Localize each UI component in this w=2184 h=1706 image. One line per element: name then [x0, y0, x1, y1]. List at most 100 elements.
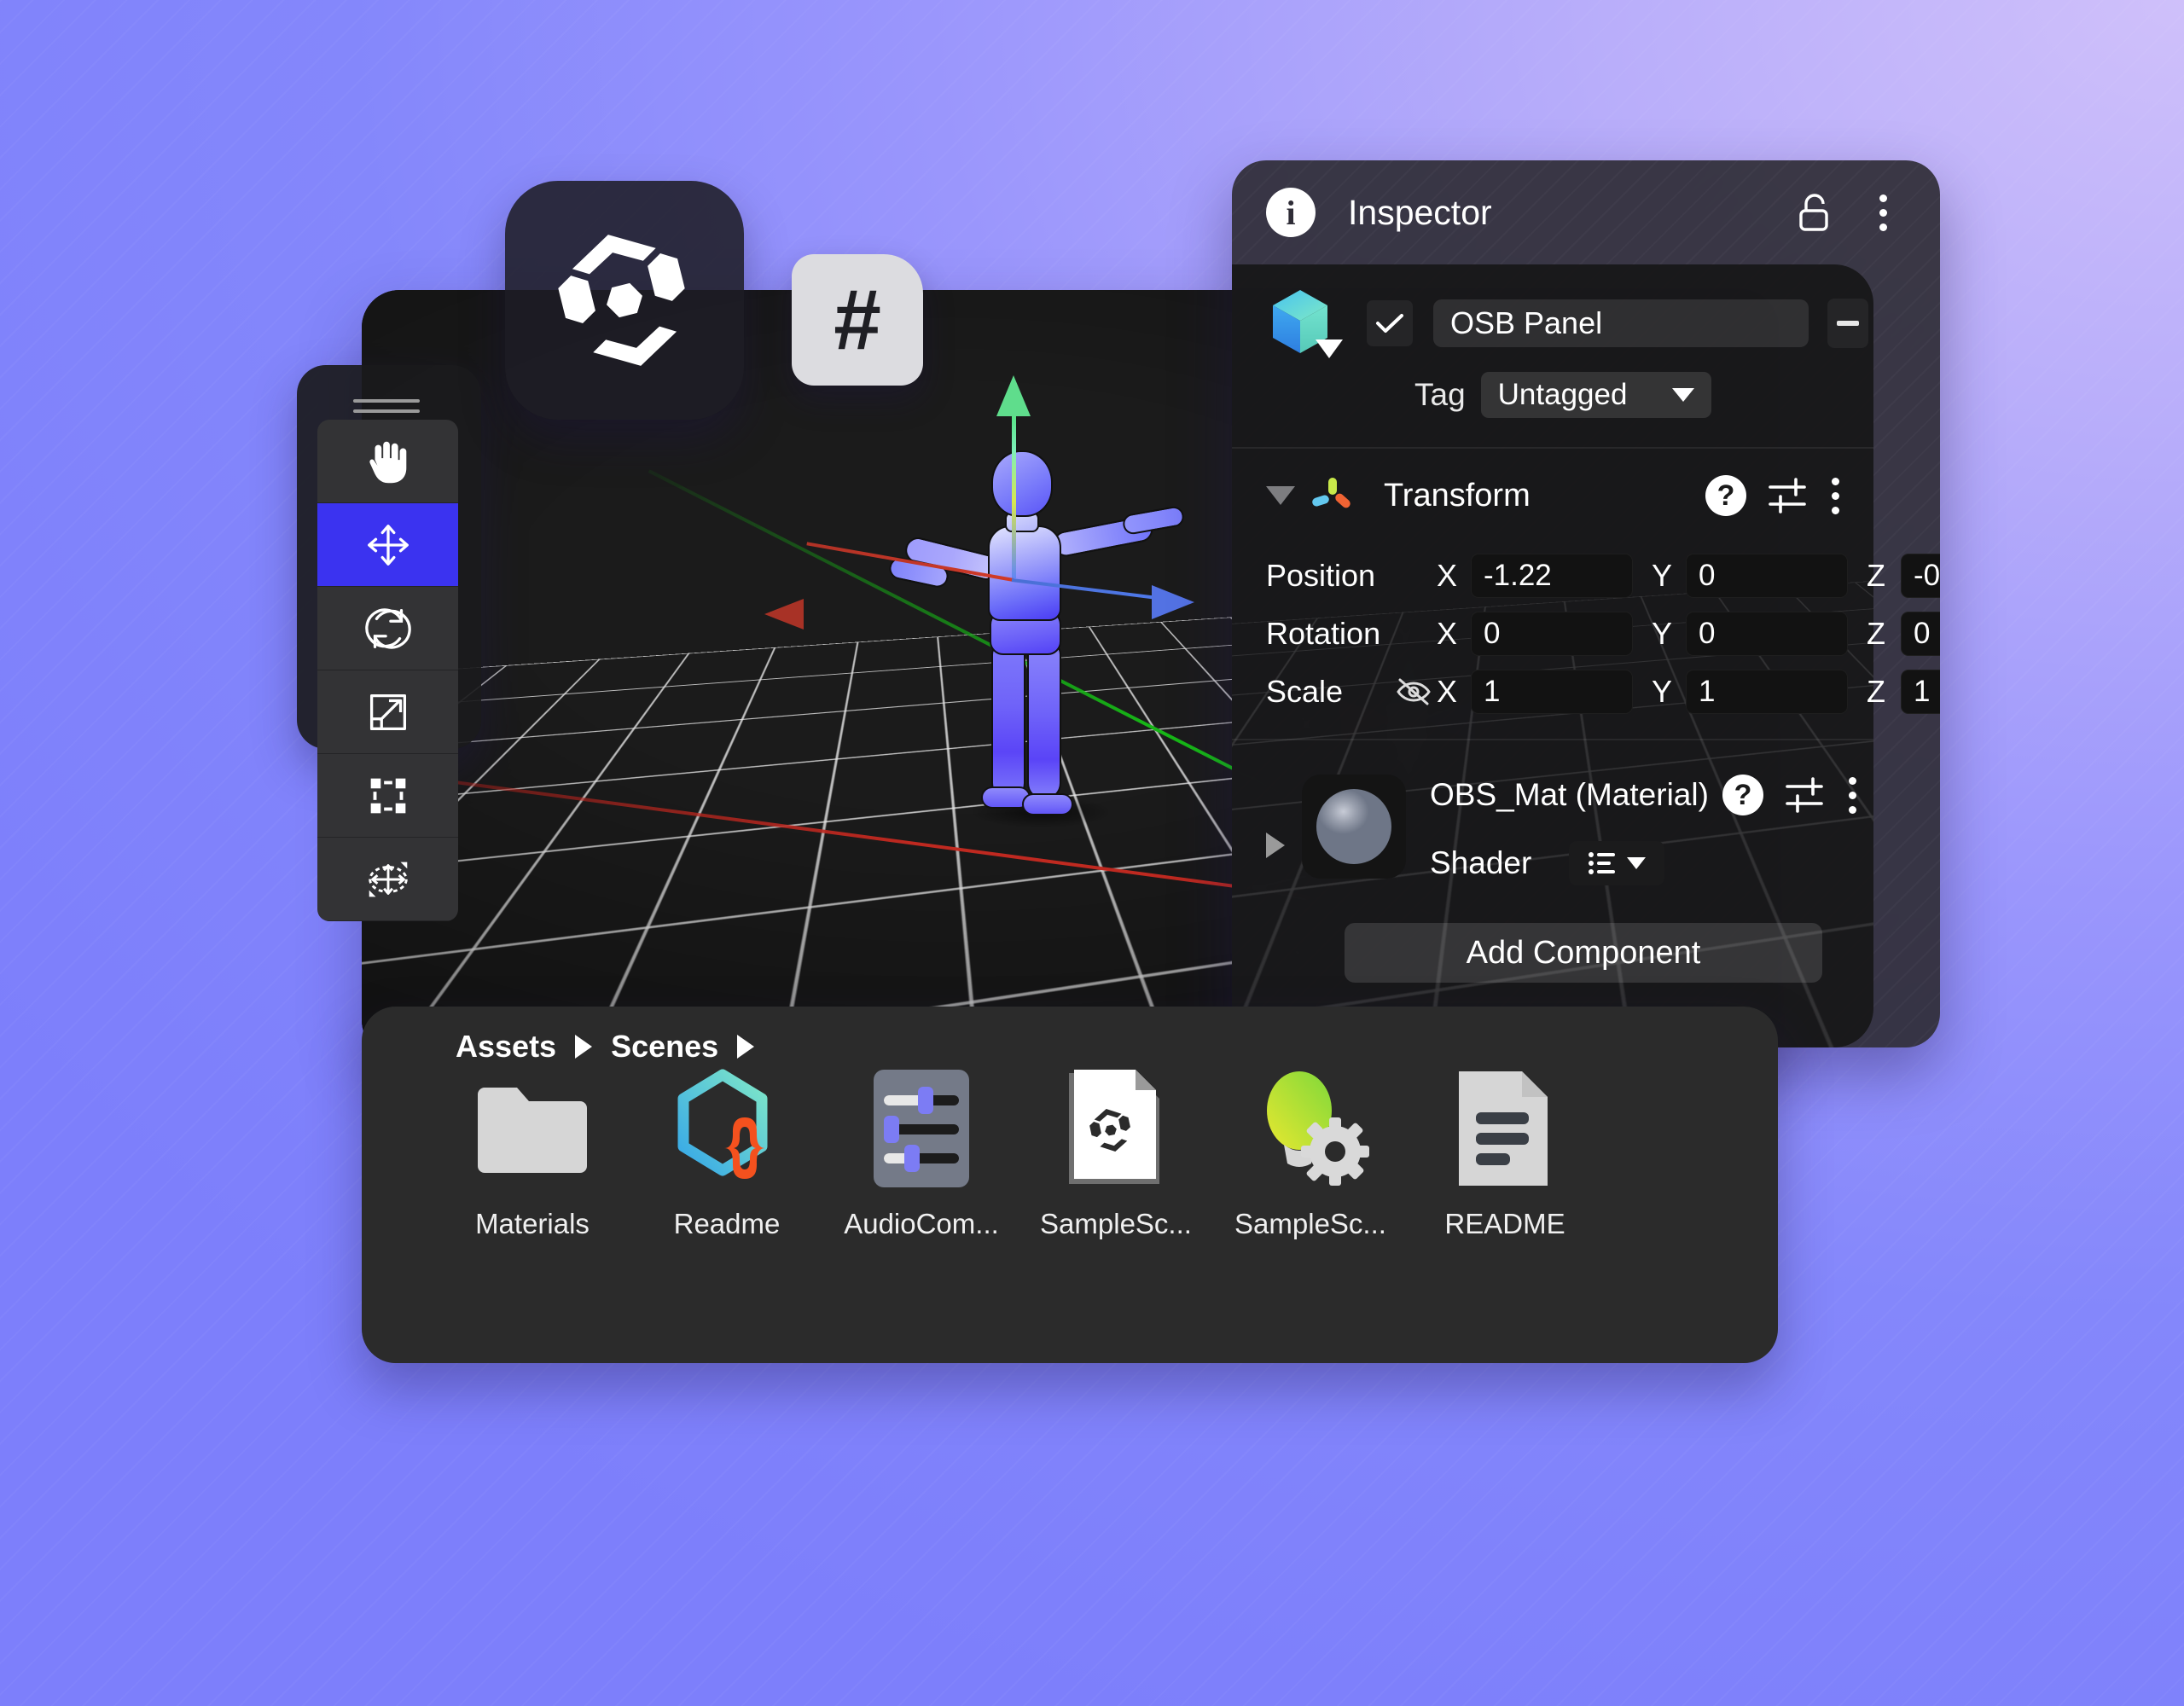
shader-row: Shader — [1430, 841, 1856, 885]
inspector-title: Inspector — [1348, 193, 1792, 233]
csharp-file-icon[interactable]: # — [792, 254, 923, 386]
mannequin-torso — [988, 525, 1061, 621]
axis-label-y-scale: Y — [1652, 674, 1686, 710]
rotation-x-input[interactable]: 0 — [1471, 612, 1633, 656]
asset-item-audiocom[interactable]: AudioCom... — [824, 1065, 1019, 1240]
material-preset-icon[interactable] — [1782, 775, 1827, 815]
asset-label-readme: Readme — [674, 1208, 781, 1240]
asset-item-readme[interactable]: Readme — [630, 1065, 824, 1240]
panel-drag-handle[interactable] — [353, 399, 420, 403]
position-y-input[interactable]: 0 — [1686, 554, 1848, 598]
position-x-input[interactable]: -1.22 — [1471, 554, 1633, 598]
asset-grid: Materials Readme AudioCom... SampleSc...… — [362, 1065, 1778, 1240]
gameobject-name-input[interactable]: OSB Panel — [1433, 299, 1809, 347]
transform-menu-icon[interactable] — [1832, 478, 1839, 514]
prefab-cube-icon[interactable] — [1266, 287, 1334, 360]
axis-label-x: X — [1437, 558, 1471, 594]
unity-scene-file-icon — [1052, 1065, 1180, 1192]
rect-transform-tool-button[interactable] — [317, 754, 458, 838]
material-preview[interactable] — [1302, 775, 1406, 879]
unlock-icon — [1795, 190, 1834, 235]
shader-label: Shader — [1430, 845, 1531, 881]
inspector-menu-button[interactable] — [1860, 189, 1906, 235]
rotation-y-input[interactable]: 0 — [1686, 612, 1848, 656]
transform-component-header[interactable]: Transform ? — [1266, 474, 1839, 517]
material-menu-icon[interactable] — [1849, 777, 1856, 814]
help-icon[interactable]: ? — [1705, 475, 1746, 516]
scale-z-input[interactable]: 1 — [1901, 670, 1940, 714]
hand-tool-button[interactable] — [317, 420, 458, 503]
transform-row-position: Position X -1.22 Y 0 Z -0.09 — [1266, 551, 1940, 601]
hand-icon — [362, 435, 415, 488]
position-z-input[interactable]: -0.09 — [1901, 554, 1940, 598]
material-help-icon[interactable]: ? — [1722, 775, 1763, 815]
mannequin-foot-right — [1022, 793, 1073, 815]
position-label: Position — [1266, 558, 1391, 594]
gizmo-z-handle[interactable] — [1152, 585, 1194, 619]
prefab-dropdown-caret[interactable] — [1316, 339, 1343, 358]
transform-tool-button[interactable] — [317, 838, 458, 921]
inspector-header: i Inspector — [1232, 160, 1940, 264]
chevron-right-icon-2 — [737, 1035, 754, 1059]
gameobject-header-row: OSB Panel — [1266, 287, 1868, 360]
asset-item-readme-doc[interactable]: README — [1408, 1065, 1602, 1240]
transform-icon — [362, 853, 415, 906]
inspector-window[interactable]: i Inspector OSB Panel Tag Untagged Trans… — [1232, 160, 1940, 1047]
material-sphere-icon — [1316, 789, 1391, 864]
mannequin-leg-left — [991, 641, 1025, 800]
preset-icon[interactable] — [1765, 475, 1809, 516]
mannequin-forearm-right — [1121, 505, 1185, 536]
scale-y-value: 1 — [1699, 675, 1715, 709]
breadcrumb-item-assets[interactable]: Assets — [456, 1029, 556, 1065]
gizmo-x-handle[interactable] — [764, 599, 804, 630]
axis-label-z-rot: Z — [1867, 616, 1901, 652]
prefab-script-icon — [663, 1065, 791, 1192]
add-component-button[interactable]: Add Component — [1345, 923, 1822, 983]
axis-label-z-scale: Z — [1867, 674, 1901, 710]
move-icon — [362, 519, 415, 572]
axis-label-y-rot: Y — [1652, 616, 1686, 652]
unity-app-tile[interactable] — [505, 181, 744, 420]
gameobject-enabled-checkbox[interactable] — [1367, 300, 1413, 346]
asset-label-materials: Materials — [475, 1208, 590, 1240]
gizmo-y-axis[interactable] — [1012, 408, 1016, 578]
remove-button[interactable] — [1827, 299, 1868, 348]
asset-item-lighting[interactable]: SampleSc... — [1213, 1065, 1408, 1240]
gizmo-y-handle[interactable] — [996, 375, 1031, 416]
panel-drag-handle-line2[interactable] — [353, 409, 420, 413]
tag-value: Untagged — [1498, 378, 1628, 412]
move-gizmo[interactable] — [1012, 578, 1014, 580]
scene-object-mannequin[interactable] — [899, 418, 1258, 844]
shader-dropdown[interactable] — [1569, 841, 1664, 885]
asset-label-samplescene: SampleSc... — [1040, 1208, 1192, 1240]
tag-dropdown[interactable]: Untagged — [1481, 372, 1711, 418]
eye-off-icon — [1395, 677, 1432, 706]
breadcrumb-item-scenes[interactable]: Scenes — [611, 1029, 718, 1065]
position-z-value: -0.09 — [1914, 559, 1940, 593]
rotation-x-value: 0 — [1484, 617, 1500, 651]
scale-y-input[interactable]: 1 — [1686, 670, 1848, 714]
foldout-arrow-icon[interactable] — [1266, 486, 1295, 505]
material-foldout-arrow-icon[interactable] — [1266, 833, 1285, 858]
scale-tool-button[interactable] — [317, 670, 458, 754]
rotation-z-input[interactable]: 0 — [1901, 612, 1940, 656]
minus-icon — [1837, 321, 1859, 326]
rotation-y-value: 0 — [1699, 617, 1715, 651]
scale-x-value: 1 — [1484, 675, 1500, 709]
scale-x-input[interactable]: 1 — [1471, 670, 1633, 714]
rotate-tool-button[interactable] — [317, 587, 458, 670]
list-icon — [1588, 850, 1617, 876]
axis-label-y: Y — [1652, 558, 1686, 594]
asset-label-audiocom: AudioCom... — [844, 1208, 999, 1240]
tag-row: Tag Untagged — [1414, 372, 1711, 418]
scale-label: Scale — [1266, 674, 1391, 710]
move-tool-button[interactable] — [317, 503, 458, 587]
asset-item-samplescene[interactable]: SampleSc... — [1019, 1065, 1213, 1240]
shader-chevron-down-icon — [1627, 857, 1646, 869]
scale-lock-toggle[interactable] — [1391, 677, 1437, 706]
asset-item-materials[interactable]: Materials — [435, 1065, 630, 1240]
lock-toggle-button[interactable] — [1792, 189, 1838, 235]
transform-tools-strip[interactable] — [317, 420, 458, 921]
breadcrumb: Assets Scenes — [456, 1029, 754, 1065]
gameobject-name-value: OSB Panel — [1450, 305, 1602, 341]
